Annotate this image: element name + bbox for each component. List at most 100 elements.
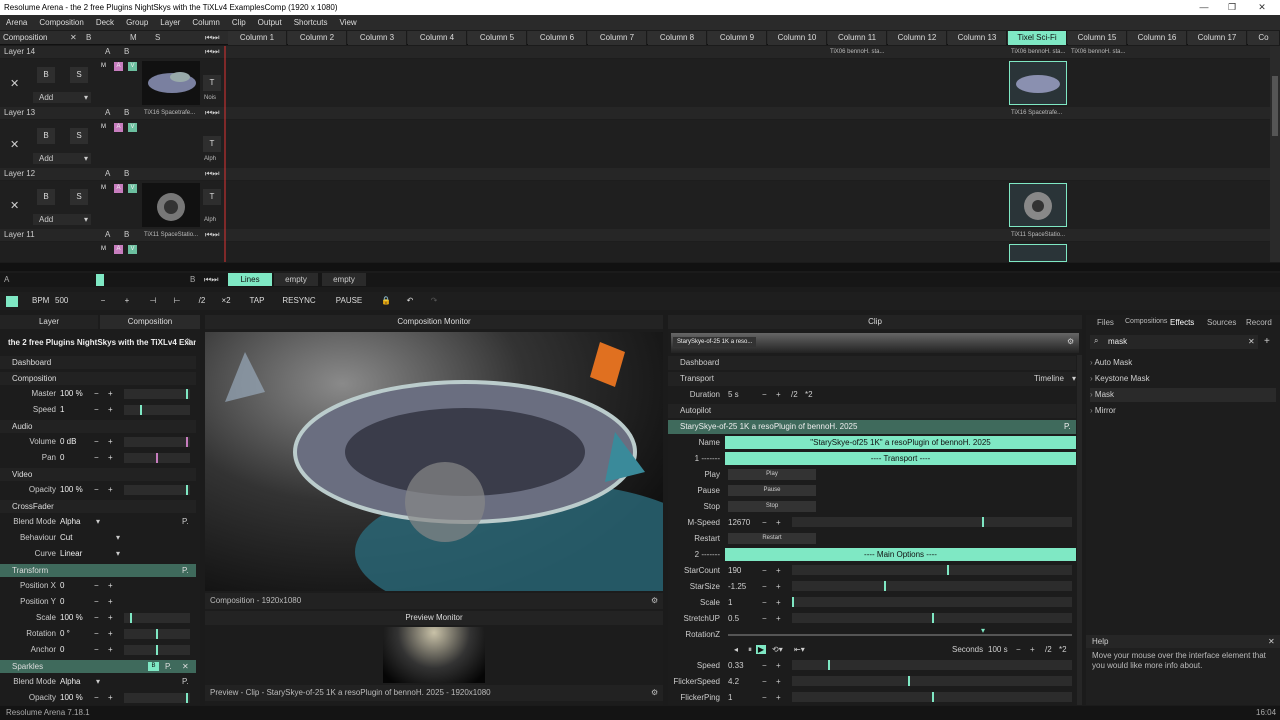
prop-value[interactable]: 100 % bbox=[60, 387, 83, 401]
plus-button[interactable]: + bbox=[108, 611, 113, 625]
flickerspeed-slider[interactable] bbox=[792, 676, 1072, 686]
layer-b-button[interactable]: B bbox=[124, 107, 129, 119]
opacity-slider[interactable] bbox=[124, 485, 190, 495]
menu-group[interactable]: Group bbox=[120, 15, 154, 30]
plus-button[interactable]: + bbox=[1030, 642, 1035, 657]
menu-column[interactable]: Column bbox=[186, 15, 226, 30]
mspeed-slider[interactable] bbox=[792, 517, 1072, 527]
opacity-slider[interactable] bbox=[124, 693, 190, 703]
bypass-button[interactable]: B bbox=[37, 189, 55, 205]
layer-bar[interactable]: Layer 12 A B ⏮⏭ bbox=[0, 168, 1270, 180]
close-icon[interactable]: ✕ bbox=[10, 199, 19, 212]
tab-layer[interactable]: Layer bbox=[0, 315, 98, 329]
layer-bar[interactable]: Layer 11 A B TiX11 SpaceStatio... ⏮⏭ TiX… bbox=[0, 229, 1270, 241]
column-header[interactable]: Column 1 bbox=[228, 31, 287, 45]
column-header[interactable]: Column 7 bbox=[588, 31, 647, 45]
prop-value[interactable]: 1 bbox=[728, 690, 732, 705]
video-button[interactable]: V bbox=[128, 245, 137, 254]
flickerping-slider[interactable] bbox=[792, 692, 1072, 702]
prop-value[interactable]: 190 bbox=[728, 563, 741, 578]
clip-thumbnail[interactable] bbox=[1009, 183, 1067, 227]
bypass-button[interactable]: B bbox=[37, 67, 55, 83]
prop-value[interactable]: 0.5 bbox=[728, 611, 739, 626]
prev-next-icon[interactable]: ⏮⏭ bbox=[204, 275, 218, 285]
plus-button[interactable]: + bbox=[108, 627, 113, 641]
effect-bypass-button[interactable]: B bbox=[148, 662, 159, 671]
plus-button[interactable]: + bbox=[776, 674, 781, 689]
volume-slider[interactable] bbox=[124, 437, 190, 447]
curve-dropdown[interactable]: Linear bbox=[60, 547, 82, 561]
minus-button[interactable]: − bbox=[94, 483, 99, 497]
prop-value[interactable]: 4.2 bbox=[728, 674, 739, 689]
nudge-back-icon[interactable]: ⊣ bbox=[148, 292, 158, 310]
tab-composition[interactable]: Composition bbox=[100, 315, 200, 329]
add-dropdown[interactable]: Add ▾ bbox=[33, 214, 91, 225]
solo-button[interactable]: S bbox=[70, 128, 88, 144]
duration-value[interactable]: 5 s bbox=[728, 387, 739, 402]
prop-value[interactable]: 1 bbox=[728, 595, 732, 610]
gear-icon[interactable]: ⚙ bbox=[1067, 337, 1074, 346]
plus-button[interactable]: + bbox=[108, 691, 113, 705]
plus-button[interactable]: + bbox=[776, 595, 781, 610]
plus-button[interactable]: + bbox=[108, 435, 113, 449]
prop-value[interactable]: 0 bbox=[60, 643, 64, 657]
column-header[interactable]: Column 15 bbox=[1068, 31, 1127, 45]
effect-item[interactable]: › Auto Mask bbox=[1090, 356, 1276, 370]
minus-button[interactable]: − bbox=[94, 451, 99, 465]
param-p-button[interactable]: P. bbox=[165, 660, 172, 673]
comp-mute-button[interactable]: M bbox=[130, 31, 137, 45]
lock-icon[interactable]: 🔒 bbox=[380, 292, 392, 310]
tab-record[interactable]: Record bbox=[1246, 318, 1272, 327]
bpm-double-button[interactable]: ×2 bbox=[219, 292, 233, 310]
tab-compositions[interactable]: Compositions bbox=[1125, 318, 1167, 325]
layer-a-button[interactable]: A bbox=[105, 46, 110, 58]
scale-slider[interactable] bbox=[792, 597, 1072, 607]
crossfader-handle[interactable] bbox=[96, 274, 104, 286]
section-autopilot[interactable]: Autopilot bbox=[668, 404, 1076, 418]
column-header[interactable]: Column 8 bbox=[648, 31, 707, 45]
deck-tab-empty[interactable]: empty bbox=[322, 273, 366, 286]
clear-search-icon[interactable]: ✕ bbox=[1248, 337, 1255, 346]
layer-b-button[interactable]: B bbox=[124, 168, 129, 180]
effect-item-selected[interactable]: › Mask bbox=[1090, 388, 1276, 402]
column-header[interactable]: Column 5 bbox=[468, 31, 527, 45]
tap-button[interactable]: TAP bbox=[246, 292, 268, 310]
bpm-plus-button[interactable]: + bbox=[122, 292, 132, 310]
plus-button[interactable]: + bbox=[776, 563, 781, 578]
deck-tab-empty[interactable]: empty bbox=[274, 273, 318, 286]
clip-thumbnail[interactable] bbox=[1009, 244, 1067, 262]
column-header[interactable]: Column 4 bbox=[408, 31, 467, 45]
prev-next-icon[interactable]: ⏮⏭ bbox=[205, 229, 219, 241]
plus-button[interactable]: + bbox=[108, 643, 113, 657]
minus-button[interactable]: − bbox=[762, 611, 767, 626]
behaviour-dropdown[interactable]: Cut bbox=[60, 531, 72, 545]
video-button[interactable]: V bbox=[128, 184, 137, 193]
plus-button[interactable]: + bbox=[776, 658, 781, 673]
clip-thumbnail[interactable] bbox=[1009, 61, 1067, 105]
prop-value[interactable]: 1 bbox=[60, 403, 64, 417]
anchor-slider[interactable] bbox=[124, 645, 190, 655]
deck-b-label[interactable]: B bbox=[190, 275, 195, 284]
gear-icon[interactable]: ⚙ bbox=[184, 337, 191, 346]
speed-slider[interactable] bbox=[124, 405, 190, 415]
column-header[interactable]: Column 16 bbox=[1128, 31, 1187, 45]
section-transport[interactable]: Transport Timeline ▾ bbox=[668, 372, 1076, 386]
remove-effect-button[interactable]: ✕ bbox=[182, 660, 189, 673]
prev-next-icon[interactable]: ⏮⏭ bbox=[205, 31, 219, 45]
close-icon[interactable]: ✕ bbox=[70, 31, 77, 45]
minus-button[interactable]: − bbox=[762, 515, 767, 530]
plus-button[interactable]: + bbox=[776, 611, 781, 626]
search-field[interactable]: ⌕ mask ✕ bbox=[1090, 335, 1258, 349]
blend-mode-dropdown[interactable]: Alpha bbox=[60, 515, 80, 529]
menu-output[interactable]: Output bbox=[252, 15, 288, 30]
plus-button[interactable]: + bbox=[108, 483, 113, 497]
t-button[interactable]: T bbox=[203, 136, 221, 152]
menu-clip[interactable]: Clip bbox=[226, 15, 252, 30]
menu-composition[interactable]: Composition bbox=[33, 15, 89, 30]
column-header[interactable]: Column 12 bbox=[888, 31, 947, 45]
section-audio[interactable]: Audio bbox=[0, 420, 196, 433]
plus-button[interactable]: + bbox=[108, 403, 113, 417]
starcount-slider[interactable] bbox=[792, 565, 1072, 575]
scrollbar-thumb[interactable] bbox=[1272, 76, 1278, 136]
vertical-scrollbar[interactable] bbox=[1270, 46, 1280, 262]
